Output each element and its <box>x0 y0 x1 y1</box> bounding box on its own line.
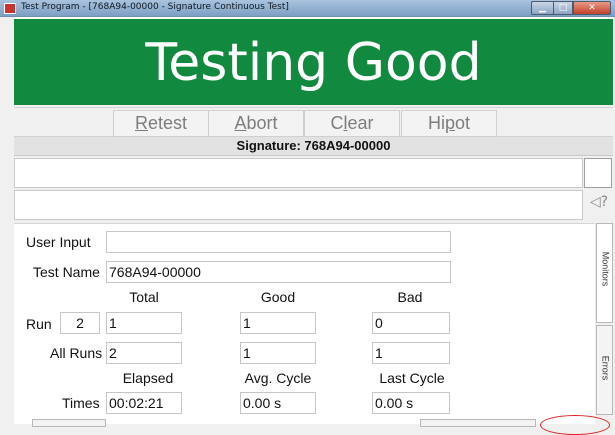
maximize-button[interactable]: □ <box>553 1 573 15</box>
all-runs-bad-field: 1 <box>372 342 450 364</box>
monitors-tab[interactable]: Monitors <box>596 223 613 323</box>
highlight-circle <box>540 415 610 435</box>
clear-button[interactable]: Clear <box>304 110 400 137</box>
status-text: Testing Good <box>145 33 482 93</box>
retest-button[interactable]: Retest <box>113 110 209 137</box>
all-runs-label: All Runs <box>50 345 103 361</box>
run-number-field[interactable]: 2 <box>60 312 100 334</box>
hipot-button[interactable]: Hipot <box>401 110 497 137</box>
info-row <box>14 190 583 220</box>
signature-label: Signature: 768A94-00000 <box>236 138 391 153</box>
errors-tab-label: Errors <box>600 355 611 381</box>
avg-cycle-header: Avg. Cycle <box>244 370 312 386</box>
abort-button[interactable]: Abort <box>208 110 304 137</box>
signature-bar: Signature: 768A94-00000 <box>14 137 613 156</box>
errors-tab[interactable]: Errors <box>596 325 613 415</box>
total-header: Total <box>129 289 159 305</box>
elapsed-field: 00:02:21 <box>106 392 182 414</box>
run-bad-field: 0 <box>372 312 450 334</box>
test-panel: User Input Test Name 768A94-00000 Total … <box>14 223 595 424</box>
test-name-field[interactable]: 768A94-00000 <box>106 261 451 283</box>
elapsed-header: Elapsed <box>122 370 174 386</box>
window-title: Test Program - [768A94-00000 - Signature… <box>21 2 289 12</box>
run-total-field: 1 <box>106 312 182 334</box>
message-row <box>14 158 583 188</box>
times-label: Times <box>62 395 100 411</box>
last-cycle-header: Last Cycle <box>379 370 445 386</box>
action-toolbar: Retest Abort Clear Hipot <box>14 107 613 137</box>
run-good-field: 1 <box>240 312 316 334</box>
close-button[interactable]: ✕ <box>573 1 611 15</box>
app-icon[interactable] <box>4 3 16 14</box>
last-cycle-field: 0.00 s <box>372 392 450 414</box>
window-controls: ▁ □ ✕ <box>531 1 611 15</box>
window-title-bar[interactable]: Test Program - [768A94-00000 - Signature… <box>0 0 615 17</box>
minimize-button[interactable]: ▁ <box>531 1 553 15</box>
avg-cycle-field: 0.00 s <box>240 392 316 414</box>
indicator-box[interactable] <box>584 158 612 188</box>
all-runs-total-field: 2 <box>106 342 182 364</box>
user-input-field[interactable] <box>106 231 451 253</box>
user-input-label: User Input <box>26 234 91 250</box>
good-header: Good <box>260 289 296 305</box>
help-icon[interactable]: ◁? <box>585 190 613 214</box>
run-label: Run <box>26 316 52 332</box>
all-runs-good-field: 1 <box>240 342 316 364</box>
monitors-tab-label: Monitors <box>600 251 611 287</box>
status-banner: Testing Good <box>14 17 613 105</box>
bad-header: Bad <box>397 289 423 305</box>
bottom-left-button[interactable] <box>32 419 106 427</box>
test-name-label: Test Name <box>33 264 100 280</box>
bottom-right-button[interactable] <box>420 419 536 427</box>
